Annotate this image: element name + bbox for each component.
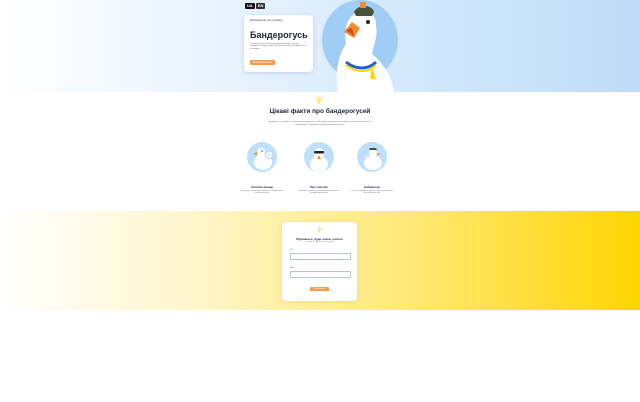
hero-eyebrow: Добрий вечір, ми з України xyxy=(250,19,283,22)
subscribe-subtitle: і отримай нові факти про бандерогусей xyxy=(304,242,335,243)
lang-en-button[interactable]: EN xyxy=(255,3,266,9)
fact-card: Байрактар Кажуть, що бандерогусь дружить… xyxy=(350,142,394,195)
goose-glasses-icon xyxy=(310,148,328,172)
language-switcher: UA EN xyxy=(245,3,266,9)
goose-globe-icon xyxy=(253,148,274,170)
facts-intro: Бандерогусь — створіння, яке не потребує… xyxy=(268,121,372,126)
fact-card: Світове явище Бандерогусь став символом … xyxy=(240,142,284,195)
subscribe-title: Підпишись, будь ласка, хлопче xyxy=(296,237,343,241)
fact-title: Байрактар xyxy=(364,185,380,189)
email-field[interactable] xyxy=(290,271,351,278)
hero-card: Добрий вечір, ми з України Бандерогусь Л… xyxy=(244,15,313,72)
subscribe-button[interactable]: Підписатися xyxy=(310,287,329,291)
trident-icon xyxy=(317,226,322,233)
fact-title: Світове явище xyxy=(250,185,274,189)
subscribe-card: Підпишись, будь ласка, хлопче і отримай … xyxy=(282,222,357,301)
fact-illustration xyxy=(304,142,334,172)
name-label: Ім'я xyxy=(290,250,293,251)
goose-illustration xyxy=(322,0,398,92)
fact-title: Про тактику xyxy=(310,185,328,189)
fact-desc: Кажуть, що бандерогусь дружить з Байракт… xyxy=(351,191,393,195)
fact-desc: Бандерогусь відомий своєю стратегічною к… xyxy=(298,191,340,195)
learn-more-button[interactable]: Дізнатися більше xyxy=(250,60,276,66)
fact-card: Про тактику Бандерогусь відомий своєю ст… xyxy=(297,142,341,195)
email-label: Email xyxy=(290,268,294,269)
facts-title: Цікаві факти про бандерогусей xyxy=(269,108,371,115)
fact-illustration xyxy=(357,142,387,172)
hero-section: UA EN Добрий вечір, ми з України Бандеро… xyxy=(0,0,640,92)
lang-ua-button[interactable]: UA xyxy=(245,3,255,9)
trident-icon xyxy=(316,96,322,104)
hero-title: Бандерогусь xyxy=(250,30,308,40)
fact-desc: Бандерогусь став символом незламності, в… xyxy=(240,191,284,195)
hero-text: Легендарний птах, який став символом опо… xyxy=(250,43,307,50)
fact-illustration xyxy=(247,142,277,172)
name-field[interactable] xyxy=(290,253,351,260)
goose-drone-icon xyxy=(363,148,382,170)
